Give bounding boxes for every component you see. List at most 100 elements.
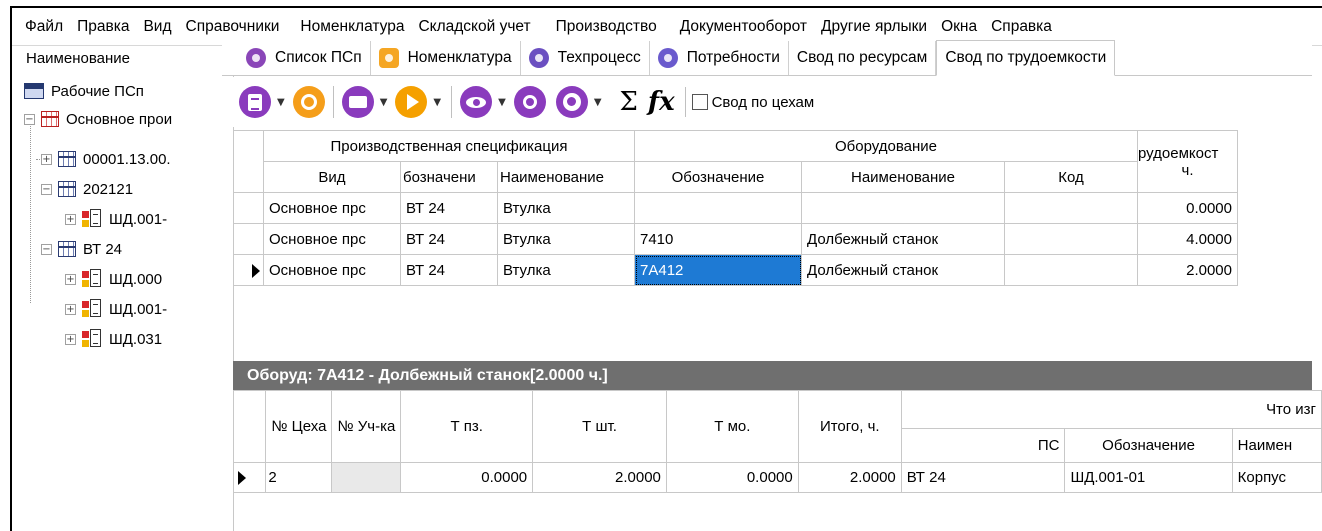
column-header[interactable]: Т пз. — [400, 390, 534, 463]
tab-nomenclature[interactable]: Номенклатура — [370, 41, 521, 75]
column-header[interactable]: Т мо. — [665, 390, 799, 463]
checkbox-box[interactable] — [691, 94, 708, 110]
table-cell[interactable]: Основное прс — [263, 254, 401, 286]
table-cell[interactable] — [801, 192, 1005, 224]
collapse-icon[interactable]: − — [24, 113, 35, 125]
menu-other-shortcuts[interactable]: Другие ярлыки — [814, 18, 934, 36]
column-header[interactable]: № Цеха — [265, 390, 333, 463]
column-header[interactable]: Код — [1004, 161, 1138, 193]
table-cell[interactable]: 0.0000 — [400, 462, 534, 493]
menu-warehouse[interactable]: Складской учет — [411, 18, 537, 36]
table-row-current[interactable]: Основное прс ВТ 24 Втулка 7А412 Долбежны… — [233, 254, 1238, 286]
table-cell[interactable]: 0.0000 — [665, 462, 799, 493]
column-header[interactable]: Обозначение — [1064, 428, 1233, 463]
table-cell[interactable] — [1004, 192, 1138, 224]
sum-icon[interactable]: Σ — [620, 87, 638, 117]
tree-node[interactable]: + ШД.000 — [65, 266, 162, 292]
tree-node[interactable]: − ВТ 24 — [41, 236, 122, 262]
expand-icon[interactable]: + — [65, 303, 76, 315]
menu-nomenclature[interactable]: Номенклатура — [286, 18, 411, 36]
menu-windows[interactable]: Окна — [934, 18, 984, 36]
column-header[interactable]: Итого, ч. — [797, 390, 902, 463]
table-cell[interactable] — [634, 192, 802, 224]
tab-ps-list[interactable]: Список ПСп — [222, 41, 371, 75]
chevron-down-icon[interactable]: ▼ — [594, 97, 602, 108]
column-header[interactable]: Т шт. — [532, 390, 667, 463]
view-icon[interactable] — [460, 86, 493, 118]
tree-node[interactable]: − 202121 — [41, 176, 133, 202]
column-header[interactable]: ч. — [1137, 161, 1238, 193]
table-cell[interactable] — [1004, 223, 1138, 255]
table-cell[interactable]: 2.0000 — [532, 462, 667, 493]
tab-requirements[interactable]: Потребности — [649, 41, 789, 75]
tab-resources-summary[interactable]: Свод по ресурсам — [788, 41, 937, 75]
column-header[interactable]: Наименование — [497, 161, 635, 193]
table-cell[interactable]: ВТ 24 — [900, 462, 1066, 493]
column-header[interactable]: № Уч-ка — [331, 390, 402, 463]
table-cell[interactable]: ВТ 24 — [400, 192, 498, 224]
expand-icon[interactable]: + — [65, 333, 76, 345]
table-cell[interactable]: ВТ 24 — [400, 254, 498, 286]
table-cell[interactable]: Корпус — [1231, 462, 1322, 493]
column-header[interactable]: бозначени — [400, 161, 498, 193]
column-header[interactable]: Вид — [263, 161, 401, 193]
tree-group[interactable]: − Основное прои — [24, 106, 172, 132]
table-cell[interactable]: Втулка — [497, 192, 635, 224]
chevron-down-icon[interactable]: ▼ — [380, 97, 388, 108]
shop-summary-checkbox[interactable]: Свод по цехам — [684, 87, 814, 117]
table-cell[interactable]: 7410 — [634, 223, 802, 255]
menu-production[interactable]: Производство — [538, 18, 664, 36]
table-cell[interactable]: 2.0000 — [1137, 254, 1238, 286]
table-cell[interactable]: Основное прс — [263, 192, 401, 224]
collapse-icon[interactable]: − — [41, 183, 52, 195]
formula-icon[interactable]: fx — [648, 87, 675, 117]
menu-view[interactable]: Вид — [136, 18, 178, 36]
table-cell[interactable] — [331, 462, 402, 493]
column-header[interactable]: ПС — [900, 428, 1066, 463]
play-icon[interactable] — [395, 86, 428, 118]
table-cell[interactable]: Долбежный станок — [801, 223, 1005, 255]
selected-cell[interactable]: 7А412 — [634, 254, 802, 286]
table-cell[interactable]: Втулка — [497, 223, 635, 255]
expand-icon[interactable]: + — [65, 273, 76, 285]
menu-help[interactable]: Справка — [984, 18, 1059, 36]
globe-icon[interactable] — [555, 86, 588, 118]
tree-node[interactable]: + ШД.031 — [65, 326, 162, 352]
tree-node[interactable]: + ШД.001- — [65, 206, 167, 232]
tree-node[interactable]: + 00001.13.00. — [41, 146, 171, 172]
expand-icon[interactable]: + — [41, 153, 52, 165]
table-row[interactable]: Основное прс ВТ 24 Втулка 7410 Долбежный… — [233, 223, 1238, 255]
column-header[interactable]: Обозначение — [634, 161, 802, 193]
table-cell[interactable]: ШД.001-01 — [1064, 462, 1233, 493]
column-header[interactable]: Наимен — [1231, 428, 1322, 463]
menu-documents[interactable]: Документооборот — [664, 18, 814, 36]
table-cell[interactable]: 2 — [265, 462, 333, 493]
tab-techprocess[interactable]: Техпроцесс — [520, 41, 650, 75]
table-cell[interactable]: ВТ 24 — [400, 223, 498, 255]
table-row-current[interactable]: 2 0.0000 2.0000 0.0000 2.0000 ВТ 24 ШД.0… — [232, 462, 1322, 493]
table-cell[interactable]: Основное прс — [263, 223, 401, 255]
table-cell[interactable]: Долбежный станок — [801, 254, 1005, 286]
table-cell[interactable]: 0.0000 — [1137, 192, 1238, 224]
collapse-icon[interactable]: − — [41, 243, 52, 255]
chevron-down-icon[interactable]: ▼ — [498, 97, 506, 108]
zoom-icon[interactable] — [513, 86, 546, 118]
menu-references[interactable]: Справочники — [179, 18, 287, 36]
refresh-icon[interactable] — [292, 86, 325, 118]
tab-labor-summary[interactable]: Свод по трудоемкости — [936, 40, 1116, 76]
expand-icon[interactable]: + — [65, 213, 76, 225]
tree-root[interactable]: Рабочие ПСп — [24, 78, 144, 104]
menu-edit[interactable]: Правка — [70, 18, 136, 36]
table-cell[interactable]: Втулка — [497, 254, 635, 286]
table-cell[interactable] — [1004, 254, 1138, 286]
chevron-down-icon[interactable]: ▼ — [277, 97, 285, 108]
table-cell[interactable]: 2.0000 — [797, 462, 902, 493]
document-icon[interactable] — [239, 86, 271, 118]
menu-file[interactable]: Файл — [12, 18, 70, 36]
table-cell[interactable]: 4.0000 — [1137, 223, 1238, 255]
table-row[interactable]: Основное прс ВТ 24 Втулка 0.0000 — [233, 192, 1238, 224]
chevron-down-icon[interactable]: ▼ — [433, 97, 441, 108]
column-header[interactable]: Наименование — [801, 161, 1005, 193]
tree-node[interactable]: + ШД.001- — [65, 296, 167, 322]
print-icon[interactable] — [341, 86, 374, 118]
